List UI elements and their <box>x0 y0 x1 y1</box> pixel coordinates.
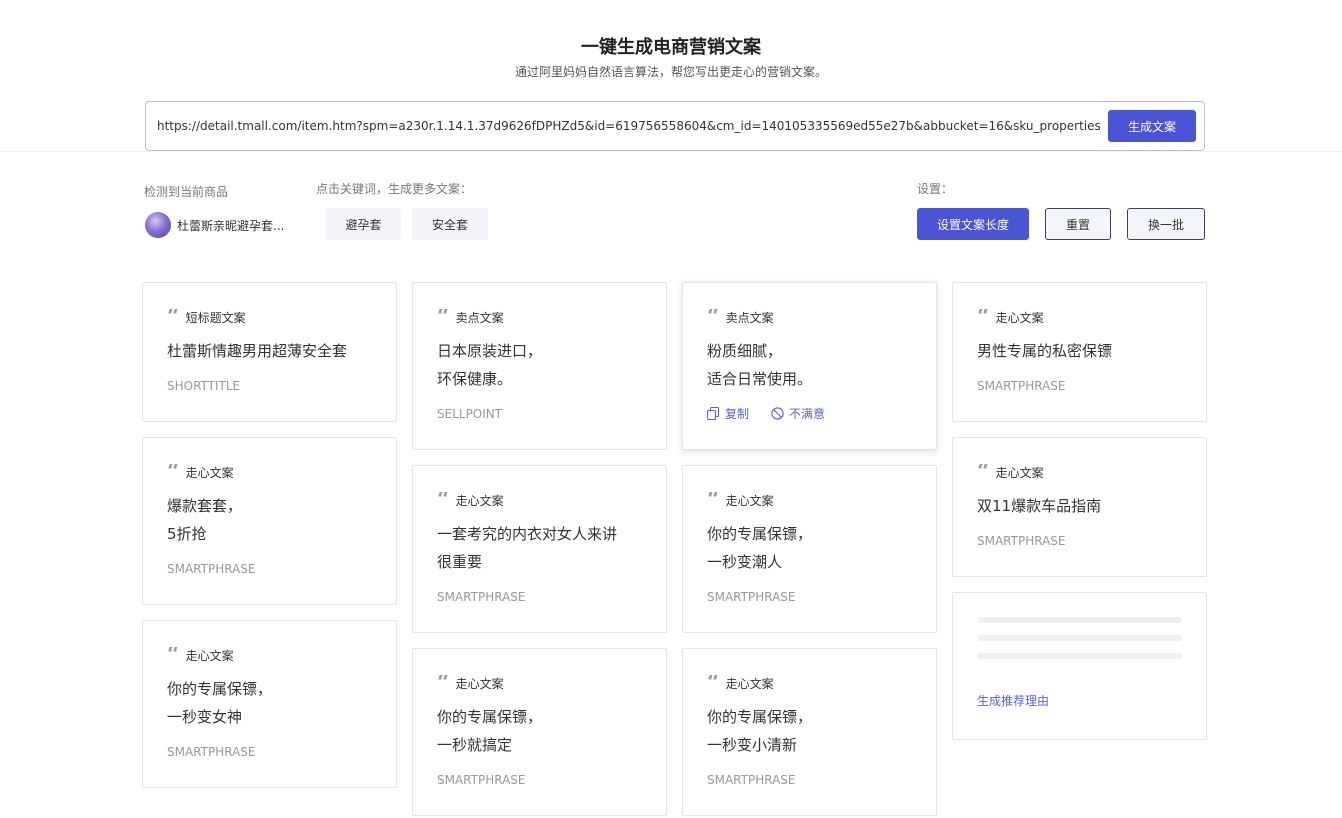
card-text: 男性专属的私密保镖 <box>977 342 1113 360</box>
generate-button[interactable]: 生成文案 <box>1108 110 1196 142</box>
copy-card-7[interactable]: “ 走心文案 你的专属保镖， 一秒变潮人 SMARTPHRASE <box>682 465 937 633</box>
card-tag: 走心文案 <box>455 676 504 691</box>
card-tag: 短标题文案 <box>185 310 246 325</box>
settings-label: 设置： <box>917 182 954 196</box>
skeleton-line <box>977 617 1182 623</box>
copy-card-10[interactable]: “ 走心文案 你的专属保镖， 一秒就搞定 SMARTPHRASE <box>412 648 667 816</box>
url-input[interactable] <box>157 102 1102 150</box>
product-name: 杜蕾斯亲昵避孕套... <box>177 218 285 233</box>
card-type: SMARTPHRASE <box>707 590 796 604</box>
card-text: 粉质细腻， 适合日常使用。 <box>707 342 813 388</box>
quote-icon: “ <box>707 675 720 691</box>
copy-card-6[interactable]: “ 走心文案 一套考究的内衣对女人来讲 很重要 SMARTPHRASE <box>412 465 667 633</box>
copy-button[interactable]: 复制 <box>707 405 749 422</box>
url-input-box: 生成文案 <box>145 101 1205 151</box>
card-text: 一套考究的内衣对女人来讲 很重要 <box>437 525 618 571</box>
card-type: SMARTPHRASE <box>977 534 1066 548</box>
quote-icon: “ <box>707 492 720 508</box>
card-tag: 卖点文案 <box>725 310 774 325</box>
card-type: SMARTPHRASE <box>707 773 796 787</box>
keywords-label: 点击关键词，生成更多文案： <box>316 182 473 196</box>
card-tag: 走心文案 <box>995 465 1044 480</box>
copy-card-9[interactable]: “ 走心文案 你的专属保镖， 一秒变女神 SMARTPHRASE <box>142 620 397 788</box>
card-actions: 复制 不满意 <box>707 405 847 422</box>
card-text: 杜蕾斯情趣男用超薄安全套 <box>167 342 348 360</box>
card-type: SMARTPHRASE <box>167 562 256 576</box>
copy-card-8[interactable]: “ 走心文案 双11爆款车品指南 SMARTPHRASE <box>952 437 1207 577</box>
block-icon <box>771 407 784 420</box>
card-text: 你的专属保镖， 一秒变潮人 <box>707 525 813 571</box>
quote-icon: “ <box>167 464 180 480</box>
card-tag: 走心文案 <box>995 310 1044 325</box>
card-type: SELLPOINT <box>437 407 503 421</box>
quote-icon: “ <box>437 309 450 325</box>
keyword-chip-2[interactable]: 安全套 <box>412 208 488 240</box>
card-tag: 走心文案 <box>725 493 774 508</box>
quote-icon: “ <box>437 492 450 508</box>
card-tag: 走心文案 <box>455 493 504 508</box>
card-text: 爆款套套， 5折抢 <box>167 497 243 543</box>
skeleton-line <box>977 653 1182 659</box>
keyword-chip-1[interactable]: 避孕套 <box>326 208 401 240</box>
detected-product-label: 检测到当前商品 <box>144 185 229 199</box>
card-tag: 走心文案 <box>185 465 234 480</box>
skeleton-line <box>977 635 1182 641</box>
generate-reason-link[interactable]: 生成推荐理由 <box>977 692 1049 709</box>
copy-icon <box>707 407 720 420</box>
reset-button[interactable]: 重置 <box>1045 208 1111 240</box>
card-tag: 卖点文案 <box>455 310 504 325</box>
page-title: 一键生成电商营销文案 <box>581 37 761 58</box>
loading-card: 生成推荐理由 <box>952 592 1207 740</box>
detected-product[interactable]: 杜蕾斯亲昵避孕套... <box>145 211 284 239</box>
set-length-button[interactable]: 设置文案长度 <box>917 208 1029 240</box>
copy-card-11[interactable]: “ 走心文案 你的专属保镖， 一秒变小清新 SMARTPHRASE <box>682 648 937 816</box>
card-text: 你的专属保镖， 一秒变女神 <box>167 680 273 726</box>
card-type: SMARTPHRASE <box>437 773 526 787</box>
quote-icon: “ <box>167 309 180 325</box>
copy-card-4[interactable]: “ 走心文案 男性专属的私密保镖 SMARTPHRASE <box>952 282 1207 422</box>
copy-card-5[interactable]: “ 走心文案 爆款套套， 5折抢 SMARTPHRASE <box>142 437 397 605</box>
card-type: SMARTPHRASE <box>167 745 256 759</box>
card-text: 日本原装进口， 环保健康。 <box>437 342 543 388</box>
card-tag: 走心文案 <box>725 676 774 691</box>
copy-card-3[interactable]: “ 卖点文案 粉质细腻， 适合日常使用。 复制 不满意 <box>682 282 937 450</box>
card-type: SHORTTITLE <box>167 379 241 393</box>
quote-icon: “ <box>167 647 180 663</box>
page-subtitle: 通过阿里妈妈自然语言算法，帮您写出更走心的营销文案。 <box>514 65 827 79</box>
copy-card-1[interactable]: “ 短标题文案 杜蕾斯情趣男用超薄安全套 SHORTTITLE <box>142 282 397 422</box>
card-type: SMARTPHRASE <box>437 590 526 604</box>
card-text: 双11爆款车品指南 <box>977 497 1102 515</box>
copy-card-2[interactable]: “ 卖点文案 日本原装进口， 环保健康。 SELLPOINT <box>412 282 667 450</box>
product-avatar <box>145 212 171 238</box>
quote-icon: “ <box>437 675 450 691</box>
dislike-button[interactable]: 不满意 <box>771 405 825 422</box>
card-tag: 走心文案 <box>185 648 234 663</box>
card-type: SMARTPHRASE <box>977 379 1066 393</box>
card-text: 你的专属保镖， 一秒就搞定 <box>437 708 543 754</box>
card-text: 你的专属保镖， 一秒变小清新 <box>707 708 813 754</box>
quote-icon: “ <box>707 309 720 325</box>
quote-icon: “ <box>977 309 990 325</box>
header-divider <box>0 151 1342 152</box>
quote-icon: “ <box>977 464 990 480</box>
refresh-batch-button[interactable]: 换一批 <box>1127 208 1205 240</box>
